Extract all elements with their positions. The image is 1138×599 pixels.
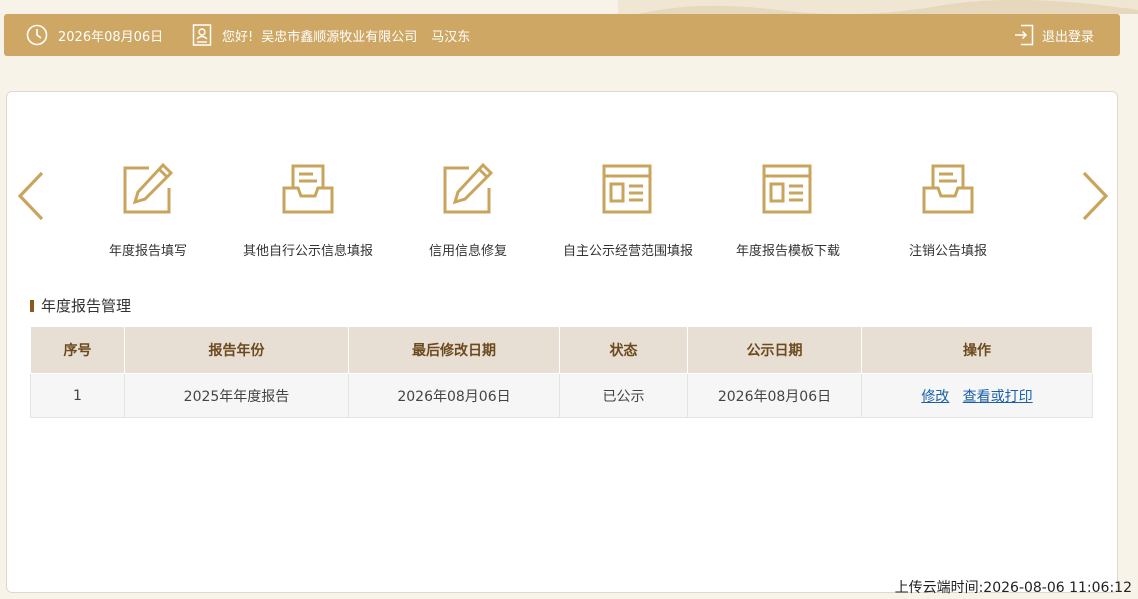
- column-header-year: 报告年份: [124, 326, 349, 374]
- user-area: 您好! 吴忠市鑫顺源牧业有限公司 马汉东: [192, 14, 470, 56]
- top-bar: 2026年08月06日 您好! 吴忠市鑫顺源牧业有限公司 马汉东 退出登录: [4, 14, 1120, 56]
- current-date: 2026年08月06日: [58, 29, 164, 45]
- table-row: 1 2025年年度报告 2026年08月06日 已公示 2026年08月06日 …: [30, 373, 1093, 418]
- date-area: 2026年08月06日: [26, 14, 163, 56]
- func-business-scope[interactable]: 自主公示经营范围填报: [543, 162, 713, 259]
- func-label: 信用信息修复: [428, 244, 507, 259]
- company-name: 吴忠市鑫顺源牧业有限公司: [261, 29, 418, 45]
- func-label: 其他自行公示信息填报: [242, 244, 373, 259]
- section-title-text: 年度报告管理: [41, 297, 132, 315]
- column-header-actions: 操作: [861, 326, 1093, 374]
- pencil-edit-icon: [443, 162, 494, 214]
- logout-label: 退出登录: [1042, 29, 1095, 45]
- func-annual-report-fill[interactable]: 年度报告填写: [63, 162, 233, 259]
- web-page-icon: [602, 164, 652, 214]
- cell-actions: 修改 查看或打印: [861, 373, 1093, 418]
- user-card-icon: [192, 24, 212, 46]
- cell-index: 1: [30, 373, 125, 418]
- upload-time: 上传云端时间:2026-08-06 11:06:12: [894, 580, 1132, 596]
- clock-icon: [26, 24, 48, 46]
- cell-status: 已公示: [559, 373, 688, 418]
- func-template-download[interactable]: 年度报告模板下载: [703, 162, 873, 259]
- func-label: 注销公告填报: [908, 244, 987, 259]
- carousel-prev-arrow-icon[interactable]: [16, 170, 46, 222]
- func-label: 自主公示经营范围填报: [562, 244, 693, 259]
- func-cancellation-notice[interactable]: 注销公告填报: [863, 162, 1033, 259]
- user-name: 马汉东: [431, 29, 471, 45]
- logout-icon: [1014, 24, 1034, 46]
- edit-link[interactable]: 修改: [921, 389, 949, 405]
- inbox-document-icon: [922, 164, 974, 214]
- column-header-modified: 最后修改日期: [348, 326, 560, 374]
- cell-year: 2025年年度报告: [124, 373, 349, 418]
- section-title: 年度报告管理: [30, 295, 131, 316]
- header-decoration: [618, 0, 1138, 14]
- column-header-public-date: 公示日期: [687, 326, 862, 374]
- cell-modified: 2026年08月06日: [348, 373, 560, 418]
- column-header-status: 状态: [559, 326, 688, 374]
- logout-button[interactable]: 退出登录: [1014, 14, 1094, 56]
- func-other-public-info[interactable]: 其他自行公示信息填报: [223, 162, 393, 259]
- pencil-edit-icon: [123, 162, 174, 214]
- annual-report-table: 序号 报告年份 最后修改日期 状态 公示日期 操作 1 2025年年度报告 20…: [30, 326, 1093, 418]
- column-header-index: 序号: [30, 326, 125, 374]
- greeting-text: 您好!: [222, 29, 254, 45]
- func-label: 年度报告模板下载: [735, 244, 840, 259]
- section-title-marker: [30, 299, 34, 312]
- func-label: 年度报告填写: [108, 244, 187, 259]
- web-page-icon: [762, 164, 812, 214]
- func-credit-repair[interactable]: 信用信息修复: [383, 162, 553, 259]
- carousel-next-arrow-icon[interactable]: [1080, 170, 1110, 222]
- cell-public-date: 2026年08月06日: [687, 373, 862, 418]
- inbox-document-icon: [282, 164, 334, 214]
- view-print-link[interactable]: 查看或打印: [963, 389, 1033, 405]
- table-header-row: 序号 报告年份 最后修改日期 状态 公示日期 操作: [30, 326, 1093, 374]
